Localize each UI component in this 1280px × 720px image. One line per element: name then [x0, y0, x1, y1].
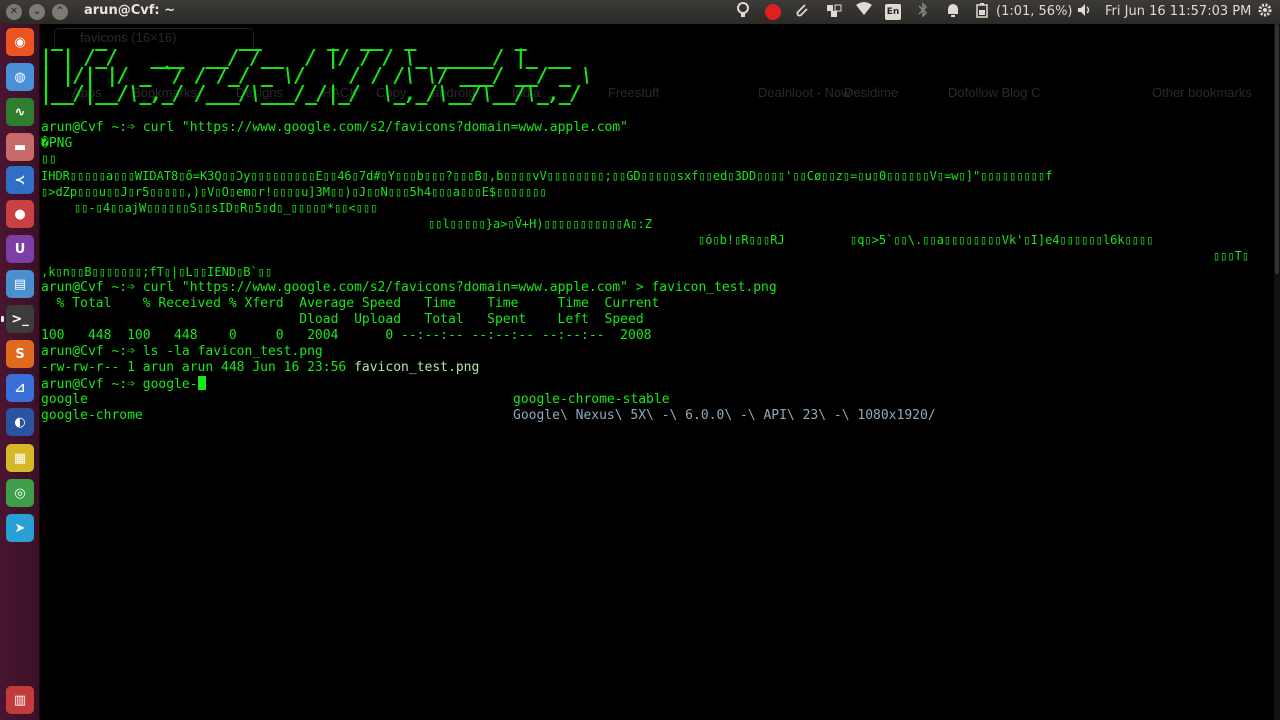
- ghost-bookmark: Desidime: [844, 85, 899, 100]
- command-input[interactable]: google-: [143, 377, 198, 392]
- binary-output: ▯▯▯T▯: [1213, 249, 1250, 263]
- system-monitor-icon[interactable]: ∿: [6, 98, 34, 126]
- top-panel: ✕ ⌄ ⌃ arun@Cvf: ~ En (1:01, 56%) Fri Jun…: [0, 0, 1280, 24]
- command-text: ls -la favicon_test.png: [142, 344, 323, 359]
- wifi-icon[interactable]: [855, 2, 873, 22]
- battery-status[interactable]: (1:01, 56%): [996, 2, 1073, 22]
- scrollbar-thumb[interactable]: [1275, 24, 1279, 274]
- sublime-icon[interactable]: S: [6, 340, 34, 368]
- prompt: arun@Cvf ~:➩: [41, 377, 143, 392]
- window-title: arun@Cvf: ~: [84, 3, 175, 18]
- files-icon[interactable]: ▬: [6, 133, 34, 161]
- terminal-line: arun@Cvf ~:➩ ls -la favicon_test.png: [41, 344, 323, 360]
- dropper-icon[interactable]: ⊿: [6, 374, 34, 402]
- volume-icon[interactable]: [1076, 2, 1094, 22]
- terminal-line[interactable]: arun@Cvf ~:➩ google-: [41, 376, 206, 393]
- ls-filename: favicon_test.png: [354, 360, 480, 375]
- puzzle-icon[interactable]: [824, 2, 844, 22]
- browser-icon[interactable]: ◍: [6, 63, 34, 91]
- close-window-button[interactable]: ✕: [6, 4, 22, 20]
- vscode-icon[interactable]: ≺: [6, 166, 34, 194]
- ls-output: -rw-rw-r-- 1 arun arun 448 Jun 16 23:56 …: [41, 360, 479, 376]
- trash-icon[interactable]: ▥: [6, 686, 34, 714]
- paperclip-icon[interactable]: [793, 2, 811, 22]
- curl-header: Dload Upload Total Spent Left Speed: [41, 312, 644, 327]
- ghost-bookmark: Other bookmarks: [1152, 85, 1252, 100]
- lightbulb-icon[interactable]: [734, 2, 752, 22]
- record-icon[interactable]: [765, 4, 781, 20]
- terminal-icon[interactable]: >_: [6, 305, 34, 333]
- eclipse-icon[interactable]: ◐: [6, 408, 34, 436]
- completion-item: Google\ Nexus\ 5X\ -\ 6.0.0\ -\ API\ 23\…: [513, 408, 936, 423]
- bluetooth-icon[interactable]: [915, 2, 931, 22]
- terminal-line: arun@Cvf ~:➩ curl "https://www.google.co…: [41, 280, 777, 296]
- curl-stats: 100 448 100 448 0 0 2004 0 --:--:-- --:-…: [41, 328, 652, 343]
- completion-item: google-chrome: [41, 408, 143, 423]
- text-cursor: [197, 376, 206, 390]
- text-editor-icon[interactable]: ▤: [6, 270, 34, 298]
- completion-item: google: [41, 392, 88, 407]
- command-text: curl "https://www.google.com/s2/favicons…: [142, 120, 629, 135]
- bell-icon[interactable]: [944, 2, 962, 22]
- battery-icon[interactable]: [974, 2, 990, 22]
- terminal-window[interactable]: favicons (16×16) Apps Bookmarks Designs HAC…: [40, 24, 1280, 720]
- maximize-window-button[interactable]: ⌃: [52, 4, 68, 20]
- prompt: arun@Cvf ~:➩: [41, 280, 143, 295]
- ghost-bookmark: Dealnloot - Now: [758, 85, 851, 100]
- telegram-icon[interactable]: ➤: [6, 514, 34, 542]
- upwork-icon[interactable]: U: [6, 235, 34, 263]
- binary-output: ▯q▯>5`▯▯\.▯▯a▯▯▯▯▯▯▯▯Vk'▯I]e4▯▯▯▯▯▯l6k▯▯…: [850, 233, 1154, 247]
- curl-header: % Total % Received % Xferd Average Speed…: [41, 296, 660, 311]
- ls-meta: -rw-rw-r-- 1 arun arun 448 Jun 16 23:56: [41, 360, 355, 375]
- ascii-banner: _ _ __ _ __ _ _ | | /_/ ___ __/ /__ / |/…: [40, 27, 593, 105]
- prompt: arun@Cvf ~:➩: [41, 120, 143, 135]
- terminal-line: arun@Cvf ~:➩ curl "https://www.google.co…: [41, 120, 628, 136]
- binary-output: ▯>dZp▯▯▯u▯▯J▯r5▯▯▯▯▯,)▯V▯O▯em▯r!▯▯▯▯u]3M…: [41, 185, 547, 199]
- binary-output: ▯ó▯b!▯R▯▯▯RJ: [698, 233, 785, 247]
- binary-output: ,k▯n▯▯B▯▯▯▯▯▯▯;fT▯|▯L▯▯IEND▯B`▯▯: [41, 265, 273, 279]
- terminal-scrollbar[interactable]: [1274, 24, 1280, 720]
- binary-output: ▯▯l▯▯▯▯▯}a>▯Ṽ+H)▯▯▯▯▯▯▯▯▯▯▯A▯:Z: [428, 217, 652, 231]
- keyboard-lang-icon[interactable]: En: [885, 4, 901, 20]
- command-text: curl "https://www.google.com/s2/favicons…: [142, 280, 777, 295]
- active-pip: [1, 316, 4, 322]
- notes-icon[interactable]: ▦: [6, 444, 34, 472]
- binary-output: ▯▯-▯4▯▯ajW▯▯▯▯▯▯S▯▯sID▯R▯5▯d▯_▯▯▯▯▯*▯▯<▯…: [74, 201, 378, 215]
- prompt: arun@Cvf ~:➩: [41, 344, 143, 359]
- minimize-window-button[interactable]: ⌄: [29, 4, 45, 20]
- gear-icon[interactable]: [1256, 2, 1274, 22]
- clock[interactable]: Fri Jun 16 11:57:03 PM: [1105, 2, 1251, 22]
- launcher: ◉ ◍ ∿ ▬ ≺ ● U ▤ >_ S ⊿ ◐ ▦ ◎ ➤ ▥: [0, 24, 40, 720]
- screen-recorder-icon[interactable]: ●: [6, 200, 34, 228]
- chrome-icon[interactable]: ◎: [6, 479, 34, 507]
- dash-icon[interactable]: ◉: [6, 28, 34, 56]
- binary-output: ▯▯: [41, 152, 57, 167]
- binary-output: IHDR▯▯▯▯▯a▯▯▯WIDAT8▯ő=K3Q▯▯Ɔy▯▯▯▯▯▯▯▯▯E▯…: [41, 169, 1053, 183]
- ghost-bookmark: Dofollow Blog C: [948, 85, 1041, 100]
- completion-item: google-chrome-stable: [513, 392, 670, 407]
- png-header: �PNG: [41, 136, 73, 151]
